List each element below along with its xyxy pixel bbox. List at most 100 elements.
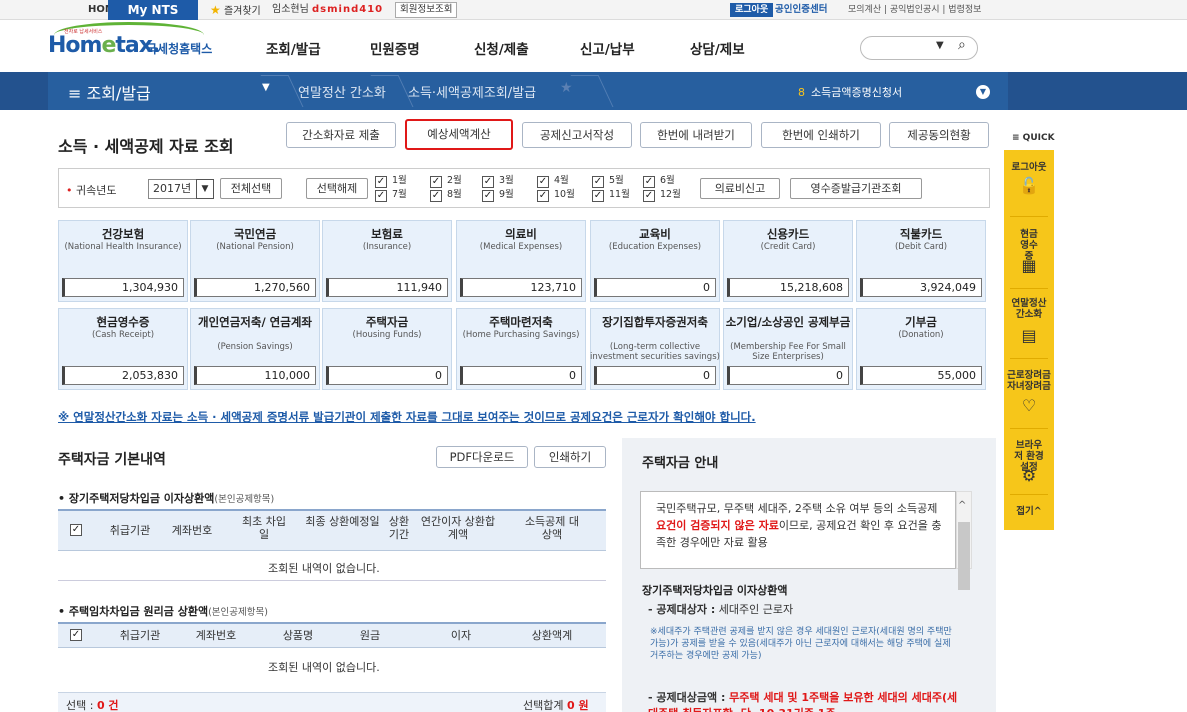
selection-count: 선택 : 0 건: [66, 697, 119, 712]
chevron-down-icon[interactable]: ▼: [976, 85, 990, 99]
column-header: 계좌번호: [171, 524, 213, 537]
heart-icon[interactable]: ♡: [1004, 396, 1054, 415]
divider: [1010, 358, 1048, 359]
consent-status-button[interactable]: 제공동의현황: [889, 122, 989, 148]
document-search-icon[interactable]: ▤: [1004, 326, 1054, 345]
recent-menu[interactable]: 8 소득금액증명신청서: [798, 84, 902, 100]
nav-inquiry[interactable]: 조회/발급: [266, 38, 321, 62]
month-checkbox[interactable]: ✓: [430, 176, 442, 188]
month-checkbox[interactable]: ✓: [537, 190, 549, 202]
column-header: 상환 기간: [388, 515, 410, 541]
estimate-tax-button[interactable]: 예상세액계산: [405, 119, 513, 150]
month-checkbox[interactable]: ✓: [375, 176, 387, 188]
chevron-down-icon[interactable]: ▼: [196, 179, 214, 199]
print-button[interactable]: 인쇄하기: [534, 446, 606, 468]
empty-message: 조회된 내역이 없습니다.: [268, 661, 380, 674]
selection-sum: 선택합계 0 원: [523, 697, 589, 712]
divider: [1010, 288, 1048, 289]
top-logout-button[interactable]: 로그아웃: [730, 3, 774, 17]
column-header: 상품명: [282, 629, 314, 642]
chevron-up-icon[interactable]: ^: [958, 500, 966, 511]
info-warning: 요건이 검증되지 않은 자료: [656, 519, 779, 532]
card-title: 장기집합투자증권저축: [602, 315, 708, 329]
card-title: 보험료: [371, 227, 403, 241]
page-title: 소득 · 세액공제 자료 조회: [58, 137, 234, 156]
select-all-checkbox[interactable]: ✓: [70, 629, 82, 641]
subsection-note: (본인공제항목): [214, 494, 275, 505]
card-value: 111,940: [326, 278, 448, 297]
month-checkbox[interactable]: ✓: [537, 176, 549, 188]
month-checkbox[interactable]: ✓: [643, 190, 655, 202]
pdf-download-button[interactable]: PDF다운로드: [436, 446, 528, 468]
cert-center-link[interactable]: 공인인증센터: [775, 0, 827, 20]
favorites-link[interactable]: ★ 즐겨찾기: [210, 0, 261, 20]
info-line: - 공제대상금액 : 무주택 세대 및 1주택을 보유한 세대의 세대주(세대주…: [648, 690, 958, 712]
month-label: 2월: [447, 175, 462, 186]
card-subtitle: (Long-term collective investment securit…: [590, 342, 720, 362]
nav-filing[interactable]: 신고/납부: [580, 38, 635, 62]
print-all-button[interactable]: 한번에 인쇄하기: [761, 122, 881, 148]
notice-text[interactable]: ※ 연말정산간소화 자료는 소득 · 세액공제 증명서류 발급기관이 제출한 자…: [58, 409, 756, 425]
selection-sum-value: 0 원: [566, 699, 589, 712]
member-info-button[interactable]: 회원정보조회: [395, 2, 458, 18]
month-checkbox[interactable]: ✓: [430, 190, 442, 202]
download-all-button[interactable]: 한번에 내려받기: [640, 122, 752, 148]
card-title: 기부금: [905, 315, 937, 329]
lock-icon[interactable]: 🔓: [1004, 176, 1054, 195]
star-icon[interactable]: ★: [560, 80, 573, 96]
recent-menu-number: 8: [798, 86, 805, 99]
create-deduction-form-button[interactable]: 공제신고서작성: [522, 122, 632, 148]
card-subtitle: (Cash Receipt): [91, 330, 155, 340]
quick-collapse[interactable]: 접기^: [1004, 506, 1054, 517]
chevron-down-icon[interactable]: ▼: [936, 40, 944, 51]
card-title: 의료비: [505, 227, 537, 241]
receipt-icon[interactable]: ▦: [1004, 256, 1054, 275]
card-title: 교육비: [639, 227, 671, 241]
submit-simplified-button[interactable]: 간소화자료 제출: [286, 122, 396, 148]
month-label: 1월: [392, 175, 407, 186]
card-value: 1,304,930: [62, 278, 184, 297]
user-name: 임소현님: [272, 4, 309, 15]
mynts-tab[interactable]: My NTS: [108, 0, 198, 20]
nav-consult[interactable]: 상담/제보: [690, 38, 745, 62]
hometax-logo[interactable]: Hometax.: [48, 33, 160, 58]
breadcrumb-item-yearend[interactable]: 연말정산 간소화: [298, 82, 386, 101]
star-icon: ★: [210, 3, 221, 17]
month-checkbox[interactable]: ✓: [643, 176, 655, 188]
card-value: 15,218,608: [727, 278, 849, 297]
nav-certificate[interactable]: 민원증명: [370, 38, 420, 62]
search-icon[interactable]: ⌕: [958, 37, 966, 53]
user-greeting: 임소현님 dsmind410: [272, 0, 383, 20]
gear-icon[interactable]: ⚙: [1004, 466, 1054, 485]
subsection-mortgage-interest: • 장기주택저당차입금 이자상환액(본인공제항목): [58, 492, 275, 505]
card-title: 소기업/소상공인 공제부금: [725, 315, 851, 329]
card-value: 0: [594, 278, 716, 297]
receipt-org-button[interactable]: 영수증발급기관조회: [790, 178, 922, 199]
month-label: 4월: [554, 175, 569, 186]
logo-subtitle: 국세청홈택스: [146, 42, 213, 56]
medical-report-button[interactable]: 의료비신고: [700, 178, 780, 199]
info-line-label: - 공제대상금액 :: [648, 691, 726, 704]
month-checkbox[interactable]: ✓: [482, 176, 494, 188]
month-label: 9월: [499, 189, 514, 200]
card-subtitle: (National Pension): [216, 242, 294, 252]
nav-application[interactable]: 신청/제출: [474, 38, 529, 62]
info-note: ※세대주가 주택관련 공제를 받지 않은 경우 세대원인 근로자(세대원 명의 …: [650, 627, 952, 661]
breadcrumb-item-deduction[interactable]: 소득·세액공제조회/발급: [408, 82, 536, 101]
menu-button[interactable]: ≡ 조회/발급: [68, 80, 151, 104]
month-checkbox[interactable]: ✓: [592, 190, 604, 202]
month-checkbox[interactable]: ✓: [592, 176, 604, 188]
quick-yearend[interactable]: 연말정산 간소화: [1004, 298, 1054, 320]
select-all-button[interactable]: 전체선택: [220, 178, 282, 199]
select-all-checkbox[interactable]: ✓: [70, 524, 82, 536]
divider: [1010, 494, 1048, 495]
month-checkbox[interactable]: ✓: [482, 190, 494, 202]
column-header: 이자: [450, 629, 472, 642]
scrollbar-thumb[interactable]: [958, 522, 970, 590]
quick-logout[interactable]: 로그아웃: [1004, 162, 1054, 173]
quick-incentive[interactable]: 근로장려금 자녀장려금: [1004, 370, 1054, 392]
deselect-button[interactable]: 선택해제: [306, 178, 368, 199]
top-links[interactable]: 모의계산 | 공익법인공시 | 법령정보: [848, 0, 981, 20]
card-value: 1,270,560: [194, 278, 316, 297]
month-checkbox[interactable]: ✓: [375, 190, 387, 202]
